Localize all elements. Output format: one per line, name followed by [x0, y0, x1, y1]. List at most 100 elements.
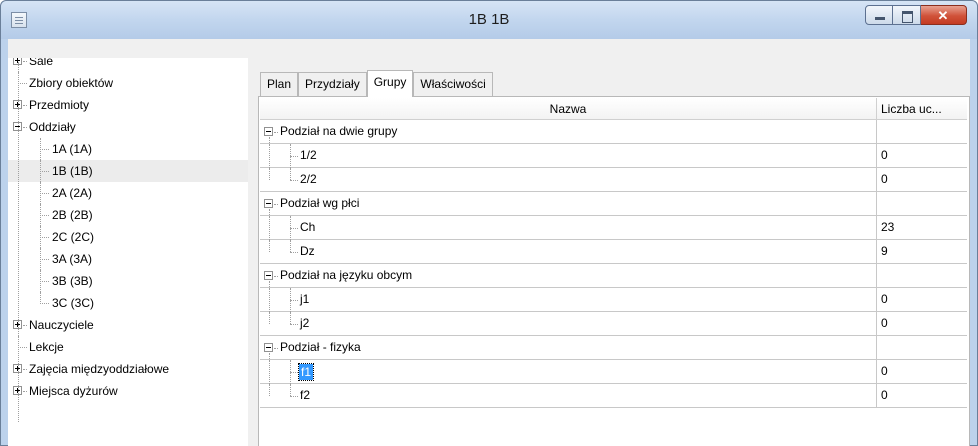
group-row[interactable]: Podział na dwie grupy	[260, 120, 967, 145]
count-cell[interactable]: 0	[877, 288, 967, 312]
name-cell[interactable]: f1	[260, 360, 877, 384]
count-cell[interactable]	[877, 192, 967, 216]
table-row[interactable]: f1 0	[260, 360, 967, 384]
tab-właściwości[interactable]: Właściwości	[413, 72, 493, 96]
group-row[interactable]: Podział na języku obcym	[260, 264, 967, 289]
tree-item-label: 1A (1A)	[52, 142, 93, 156]
table-row[interactable]: 1/2 0	[260, 144, 967, 168]
group-name: Podział na dwie grupy	[280, 124, 398, 138]
collapse-icon[interactable]	[264, 343, 273, 352]
group-item-name: j2	[300, 316, 310, 330]
tree-item[interactable]: 2A (2A)	[8, 182, 248, 204]
tree-item[interactable]: Lekcje	[8, 336, 248, 358]
count-cell[interactable]	[877, 120, 967, 144]
count-cell[interactable]: 0	[877, 384, 967, 408]
tree-item-label: 2A (2A)	[52, 186, 93, 200]
tab-przydziały[interactable]: Przydziały	[298, 72, 367, 96]
app-window: 1B 1B Sale Zbiory obiektów Przedmioty Oddzi…	[0, 0, 978, 446]
tree-item[interactable]: Miejsca dyżurów	[8, 380, 248, 402]
group-item-name: Ch	[300, 220, 316, 234]
count-cell[interactable]: 0	[877, 144, 967, 168]
table-row[interactable]: 2/2 0	[260, 168, 967, 192]
name-cell[interactable]: Podział wg płci	[260, 192, 877, 217]
details-panel: Plan Przydziały Grupy Właściwości Nazwa Lic…	[255, 58, 970, 446]
name-cell[interactable]: Dz	[260, 240, 877, 264]
group-item-name: 2/2	[300, 172, 317, 186]
group-item-name: 1/2	[300, 148, 317, 162]
count-cell[interactable]	[877, 264, 967, 288]
name-cell[interactable]: 1/2	[260, 144, 877, 168]
group-name: Podział wg płci	[280, 196, 360, 210]
count-cell[interactable]: 0	[877, 312, 967, 336]
group-name: Podział - fizyka	[280, 340, 361, 354]
group-item-name: Dz	[300, 244, 315, 258]
tree-item-label: Zbiory obiektów	[29, 76, 114, 90]
tree-item[interactable]: 2C (2C)	[8, 226, 248, 248]
close-button[interactable]	[921, 5, 967, 25]
count-cell[interactable]: 0	[877, 168, 967, 192]
name-cell[interactable]: j2	[260, 312, 877, 336]
tree-item-label: 3C (3C)	[52, 296, 95, 310]
count-cell[interactable]: 0	[877, 360, 967, 384]
tab-strip: Plan Przydziały Grupy Właściwości	[260, 70, 493, 97]
tree-item[interactable]: 2B (2B)	[8, 204, 248, 226]
collapse-icon[interactable]	[264, 199, 273, 208]
tree-item-label: 3B (3B)	[52, 274, 93, 288]
tree-item-label: Miejsca dyżurów	[29, 384, 118, 398]
name-cell[interactable]: 2/2	[260, 168, 877, 192]
minimize-button[interactable]	[865, 5, 893, 25]
group-item-name: f1	[297, 363, 315, 381]
tree-item[interactable]: Zbiory obiektów	[8, 72, 248, 94]
column-header-name[interactable]: Nazwa	[260, 98, 877, 120]
tree-item-label: Oddziały	[29, 120, 76, 134]
grid-header: Nazwa Liczba uc...	[260, 98, 967, 120]
group-name: Podział na języku obcym	[280, 268, 413, 282]
group-item-name: f2	[300, 388, 311, 402]
maximize-button[interactable]	[893, 5, 921, 25]
tab-plan[interactable]: Plan	[260, 72, 299, 96]
count-cell[interactable]: 9	[877, 240, 967, 264]
tree-item[interactable]: 3B (3B)	[8, 270, 248, 292]
tree-item-label: 3A (3A)	[52, 252, 93, 266]
tab-page-grupy: Nazwa Liczba uc... Podział na dwie grupy…	[258, 96, 970, 446]
tree-item[interactable]: 3C (3C)	[8, 292, 248, 314]
name-cell[interactable]: f2	[260, 384, 877, 408]
group-row[interactable]: Podział wg płci	[260, 192, 967, 217]
title-bar[interactable]: 1B 1B	[1, 1, 977, 39]
tree-item[interactable]: Przedmioty	[8, 94, 248, 116]
table-row[interactable]: j2 0	[260, 312, 967, 336]
tree-item-label: Sale	[29, 58, 54, 68]
tree-item[interactable]: Nauczyciele	[8, 314, 248, 336]
table-row[interactable]: j1 0	[260, 288, 967, 312]
tree-item-label: 1B (1B)	[52, 164, 93, 178]
group-row[interactable]: Podział - fizyka	[260, 336, 967, 361]
tree-item-label: 2B (2B)	[52, 208, 93, 222]
table-row[interactable]: Dz 9	[260, 240, 967, 264]
window-controls	[865, 5, 967, 27]
name-cell[interactable]: Podział na dwie grupy	[260, 120, 877, 145]
tree-item[interactable]: 1B (1B)	[8, 160, 248, 182]
tree-item-label: 2C (2C)	[52, 230, 95, 244]
window-title: 1B 1B	[468, 11, 510, 28]
tree-item[interactable]: Oddziały	[8, 116, 248, 138]
collapse-icon[interactable]	[264, 271, 273, 280]
count-cell[interactable]	[877, 336, 967, 360]
table-row[interactable]: f2 0	[260, 384, 967, 408]
count-cell[interactable]: 23	[877, 216, 967, 240]
object-tree[interactable]: Sale Zbiory obiektów Przedmioty Oddziały 1A …	[8, 58, 248, 446]
table-row[interactable]: Ch 23	[260, 216, 967, 240]
column-header-count[interactable]: Liczba uc...	[877, 98, 967, 120]
tree-connector	[18, 62, 19, 422]
tree-item-label: Zajęcia międzyoddziałowe	[29, 362, 170, 376]
name-cell[interactable]: Podział - fizyka	[260, 336, 877, 361]
tree-item[interactable]: 1A (1A)	[8, 138, 248, 160]
client-area: Sale Zbiory obiektów Przedmioty Oddziały 1A …	[8, 39, 970, 446]
name-cell[interactable]: Podział na języku obcym	[260, 264, 877, 289]
tree-item[interactable]: Zajęcia międzyoddziałowe	[8, 358, 248, 380]
name-cell[interactable]: Ch	[260, 216, 877, 240]
name-cell[interactable]: j1	[260, 288, 877, 312]
tab-grupy[interactable]: Grupy	[366, 70, 414, 97]
collapse-icon[interactable]	[264, 127, 273, 136]
tree-item[interactable]: Sale	[8, 58, 248, 72]
tree-item[interactable]: 3A (3A)	[8, 248, 248, 270]
